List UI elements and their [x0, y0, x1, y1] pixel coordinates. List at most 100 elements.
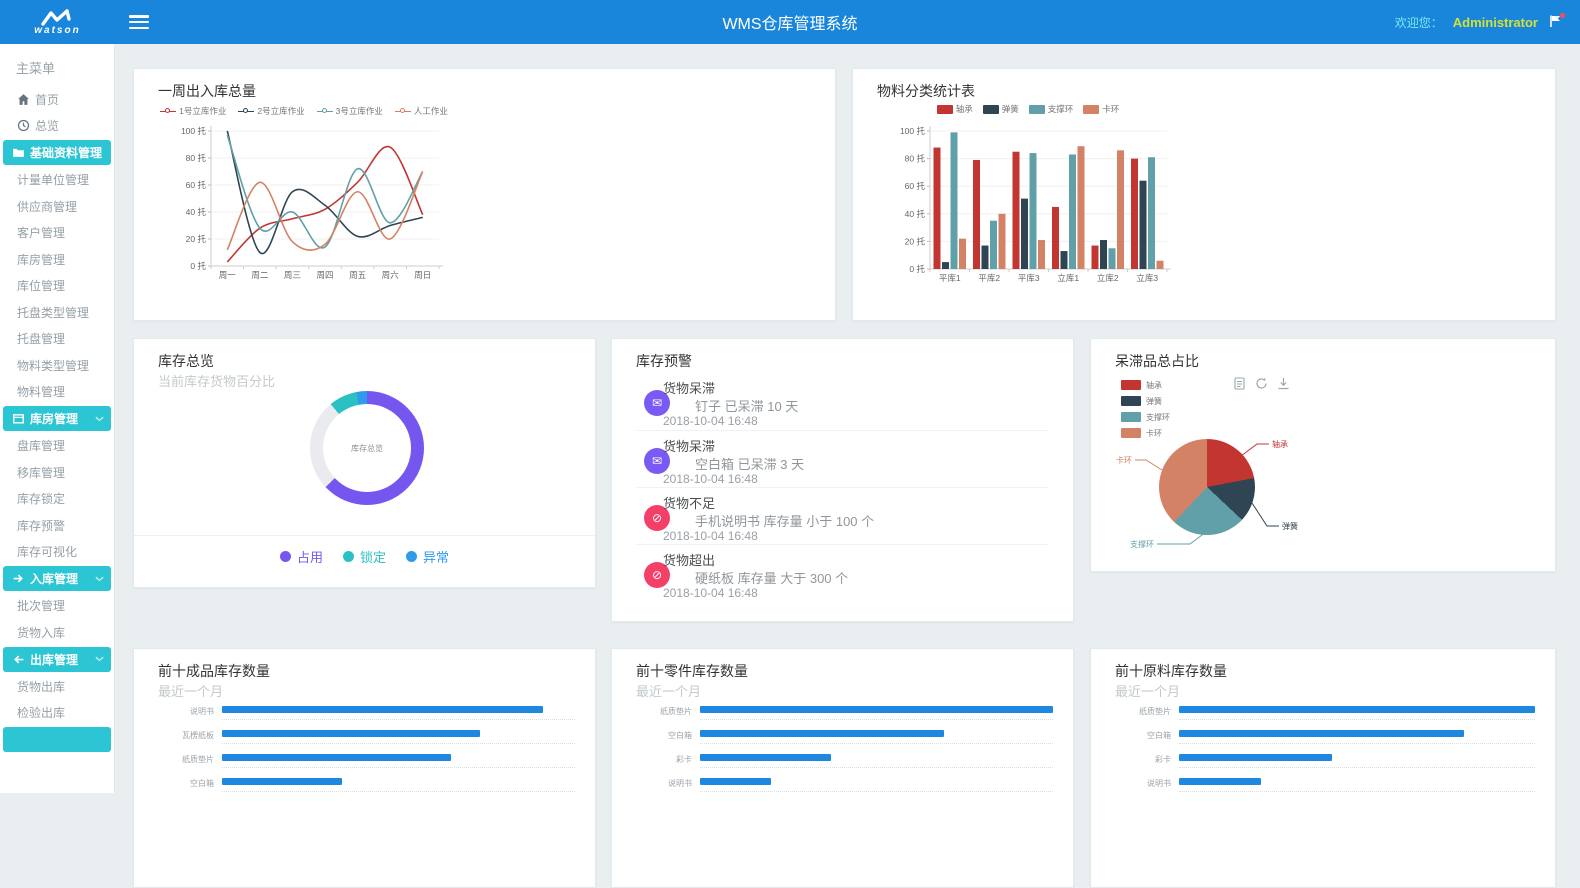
- legend-item[interactable]: 人工作业: [395, 105, 448, 117]
- hbar-gridline: [1179, 767, 1535, 768]
- legend-item[interactable]: 轴承: [937, 103, 973, 115]
- svg-text:100 托: 100 托: [181, 126, 207, 136]
- legend-chip: [1121, 428, 1141, 438]
- refresh-icon[interactable]: [1255, 377, 1268, 390]
- sidebar-item-19[interactable]: 批次管理: [0, 593, 114, 618]
- sidebar-item-label: 盘库管理: [17, 437, 65, 454]
- box-icon: [12, 412, 25, 425]
- sidebar-item-label: 入库管理: [30, 570, 78, 587]
- legend-item[interactable]: 弹簧: [983, 103, 1019, 115]
- sidebar-item-label: 基础资料管理: [30, 144, 102, 161]
- card-inventory-overview: 库存总览 当前库存货物百分比 库存总览 占用锁定异常: [133, 338, 596, 588]
- hbar-gridline: [700, 743, 1053, 744]
- svg-text:立库3: 立库3: [1136, 273, 1158, 283]
- sidebar-item-17[interactable]: 库存可视化: [0, 539, 114, 564]
- sidebar-item-14[interactable]: 移库管理: [0, 460, 114, 485]
- hbar-fill: [700, 706, 1053, 713]
- hbar-track: [1179, 778, 1535, 785]
- svg-text:60 托: 60 托: [905, 181, 926, 191]
- pie-labels: 轴承弹簧支撑环卡环: [1091, 339, 1555, 571]
- legend-label: 卡环: [1146, 428, 1162, 439]
- svg-text:40 托: 40 托: [905, 209, 926, 219]
- sidebar-item-10[interactable]: 物料类型管理: [0, 353, 114, 378]
- alert-type: 货物不足: [663, 493, 715, 512]
- hbar-label: 瓦楞纸板: [158, 730, 214, 741]
- sidebar-item-cutoff[interactable]: [3, 727, 111, 752]
- hbar-track: [222, 730, 575, 737]
- sidebar-item-label: 供应商管理: [17, 198, 77, 215]
- sidebar-item-8[interactable]: 托盘类型管理: [0, 300, 114, 325]
- sidebar-item-12[interactable]: 库房管理: [3, 406, 111, 431]
- legend-item-异常[interactable]: 异常: [406, 547, 449, 566]
- svg-text:周四: 周四: [316, 270, 333, 280]
- sidebar-item-13[interactable]: 盘库管理: [0, 433, 114, 458]
- hbar-gridline: [222, 719, 575, 720]
- svg-text:100 托: 100 托: [900, 126, 926, 136]
- sidebar-item-23[interactable]: 检验出库: [0, 700, 114, 725]
- sidebar-section-label: 主菜单: [0, 44, 114, 85]
- pie-label-轴承: 轴承: [1272, 439, 1288, 449]
- alert-item-3[interactable]: ⊘货物超出硬纸板 库存量 大于 300 个2018-10-04 16:48: [636, 544, 1049, 601]
- sidebar-item-4[interactable]: 供应商管理: [0, 194, 114, 219]
- legend-line-marker: [160, 108, 176, 115]
- sidebar-item-6[interactable]: 库房管理: [0, 247, 114, 272]
- legend-item[interactable]: 3号立库作业: [317, 105, 383, 117]
- alert-item-0[interactable]: ✉货物呆滞钉子 已呆滞 10 天2018-10-04 16:48: [636, 373, 1049, 430]
- legend-item-轴承[interactable]: 轴承: [1121, 377, 1170, 393]
- data-view-icon[interactable]: [1233, 377, 1246, 390]
- pie-label-支撑环: 支撑环: [1130, 539, 1154, 549]
- sidebar-item-2[interactable]: 基础资料管理: [3, 140, 111, 165]
- hbar-label: 空白箱: [158, 778, 214, 789]
- sidebar-item-7[interactable]: 库位管理: [0, 273, 114, 298]
- sidebar-item-9[interactable]: 托盘管理: [0, 326, 114, 351]
- hbar-gridline: [1179, 743, 1535, 744]
- notification-flag-icon[interactable]: [1548, 14, 1564, 30]
- app-title: WMS仓库管理系统: [0, 10, 1580, 34]
- legend-label: 锁定: [360, 547, 386, 566]
- svg-text:周五: 周五: [349, 270, 367, 280]
- sidebar-item-3[interactable]: 计量单位管理: [0, 167, 114, 192]
- legend-item-锁定[interactable]: 锁定: [343, 547, 386, 566]
- sidebar-item-16[interactable]: 库存预警: [0, 513, 114, 538]
- hbar-label: 纸质垫片: [158, 754, 214, 765]
- bar-轴承-平库1: [934, 148, 941, 269]
- legend-chip: [1083, 105, 1099, 114]
- card-title: 前十成品库存数量: [158, 661, 270, 681]
- legend-item[interactable]: 2号立库作业: [238, 105, 304, 117]
- hbar-fill: [700, 778, 771, 785]
- legend-item[interactable]: 1号立库作业: [160, 105, 226, 117]
- legend-item-卡环[interactable]: 卡环: [1121, 425, 1170, 441]
- sidebar-item-0[interactable]: 首页: [0, 87, 114, 112]
- sidebar-item-11[interactable]: 物料管理: [0, 379, 114, 404]
- svg-text:40 托: 40 托: [186, 207, 207, 217]
- sidebar-item-18[interactable]: 入库管理: [3, 566, 111, 591]
- svg-text:立库2: 立库2: [1097, 273, 1119, 283]
- card-stagnant-ratio: 呆滞品总占比 轴承弹簧支撑环卡环 轴承弹簧支撑环卡环: [1090, 338, 1556, 572]
- alert-detail: 钉子 已呆滞 10 天: [695, 396, 798, 415]
- sidebar-item-15[interactable]: 库存锁定: [0, 486, 114, 511]
- sidebar-item-20[interactable]: 货物入库: [0, 620, 114, 645]
- sidebar-item-1[interactable]: 总览: [0, 113, 114, 138]
- alert-item-1[interactable]: ✉货物呆滞空白箱 已呆滞 3 天2018-10-04 16:48: [636, 430, 1049, 487]
- username[interactable]: Administrator: [1453, 15, 1538, 30]
- svg-text:平库3: 平库3: [1018, 273, 1040, 283]
- legend-item[interactable]: 支撑环: [1029, 103, 1074, 115]
- legend-item[interactable]: 卡环: [1083, 103, 1119, 115]
- svg-text:80 托: 80 托: [186, 153, 207, 163]
- legend-item-支撑环[interactable]: 支撑环: [1121, 409, 1170, 425]
- sidebar-item-22[interactable]: 货物出库: [0, 674, 114, 699]
- legend-label: 异常: [423, 547, 449, 566]
- legend-item-占用[interactable]: 占用: [280, 547, 323, 566]
- svg-text:80 托: 80 托: [905, 154, 926, 164]
- alert-item-2[interactable]: ⊘货物不足手机说明书 库存量 小于 100 个2018-10-04 16:48: [636, 487, 1049, 544]
- download-icon[interactable]: [1277, 377, 1290, 390]
- folder-icon: [12, 146, 25, 159]
- hbar-fill: [700, 754, 831, 761]
- legend-chip: [937, 105, 953, 114]
- legend-item-弹簧[interactable]: 弹簧: [1121, 393, 1170, 409]
- sidebar-item-5[interactable]: 客户管理: [0, 220, 114, 245]
- material-bar-chart: 0 托20 托40 托60 托80 托100 托平库1平库2平库3立库1立库2立…: [875, 117, 1185, 302]
- alert-time: 2018-10-04 16:48: [663, 529, 758, 543]
- sidebar-item-21[interactable]: 出库管理: [3, 647, 111, 672]
- legend-label: 弹簧: [1146, 396, 1162, 407]
